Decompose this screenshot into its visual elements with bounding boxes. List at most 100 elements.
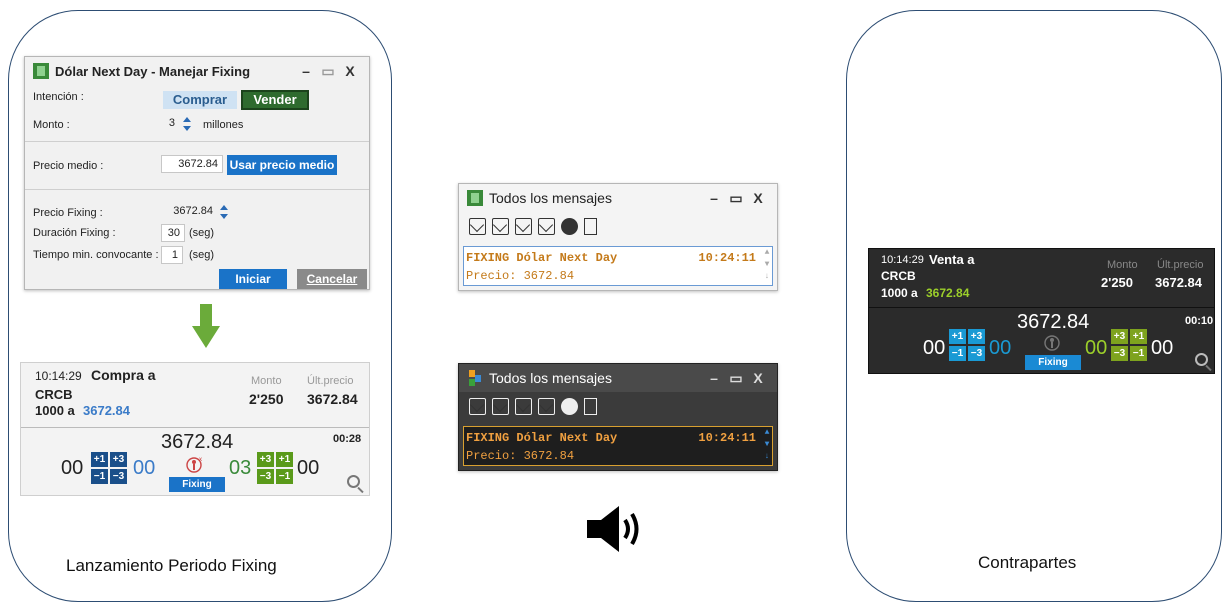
message-line2: Precio: 3672.84 [466,269,575,283]
mail-icon[interactable] [469,218,486,235]
duracion-unit: (seg) [189,227,215,239]
message-box: FIXING Dólar Next Day 10:24:11 Precio: 3… [463,426,773,466]
left-zero: 00 [923,337,946,359]
comprar-button[interactable]: Comprar [163,91,237,109]
ticket-action: Venta a [929,252,975,267]
mail-icon[interactable] [469,398,486,415]
mail-forward-icon[interactable] [538,398,555,415]
tiempo-unit: (seg) [189,249,215,261]
ticket-amount-prefix: 1000 a [881,286,918,300]
app-logo-icon [33,63,49,79]
ticket-counterparty: CRCB [35,387,73,402]
database-icon[interactable] [561,218,578,235]
database-icon[interactable] [561,398,578,415]
cancelar-button[interactable]: Cancelar [297,269,367,289]
document-icon[interactable] [584,218,597,235]
fixing-badge: Fixing [169,477,225,492]
ult-precio-value: 3672.84 [307,391,358,407]
precio-medio-label: Precio medio : [33,160,104,172]
plus3-sell-button[interactable]: +3 [257,452,274,467]
precio-medio-field: 3672.84 [161,155,223,173]
speaker-sound-icon [587,506,639,552]
plus1-sell-button[interactable]: +1 [276,452,293,467]
message-time: 10:24:11 [698,251,756,265]
minus3-buy-button[interactable]: −3 [110,469,127,484]
timer: 00:28 [333,433,362,445]
divider [25,189,369,190]
message-toolbar [469,398,597,415]
minus1-buy-button[interactable]: −1 [91,469,108,484]
minus1-sell-button[interactable]: −1 [276,469,293,484]
duracion-input[interactable]: 30 [161,224,185,242]
scrollbar[interactable]: ▲ ▼ ↓ [762,247,772,285]
plus3-sell-button[interactable]: +3 [1111,329,1128,344]
plus3-buy-button[interactable]: +3 [968,329,985,344]
minimize-button[interactable]: – [703,190,725,206]
vender-button[interactable]: Vender [241,90,309,110]
ult-precio-value: 3672.84 [1155,275,1202,290]
minus1-sell-button[interactable]: −1 [1130,346,1147,361]
messages-title: Todos los mensajes [489,190,612,206]
messages-window-light: Todos los mensajes – ▭ X FIXING Dólar Ne… [458,183,778,291]
monto-unit: millones [203,119,244,131]
minus1-buy-button[interactable]: −1 [949,346,966,361]
intencion-label: Intención : [33,91,84,103]
maximize-button[interactable]: ▭ [725,190,747,207]
monto-input[interactable]: 3 [159,115,179,133]
iniciar-button[interactable]: Iniciar [219,269,287,289]
message-box: FIXING Dólar Next Day 10:24:11 Precio: 3… [463,246,773,286]
caption-lanzamiento: Lanzamiento Periodo Fixing [66,556,277,575]
minus3-sell-button[interactable]: −3 [1111,346,1128,361]
close-button[interactable]: X [747,190,769,206]
divider [21,427,369,428]
plus1-sell-button[interactable]: +1 [1130,329,1147,344]
message-toolbar [469,218,597,235]
monto-stepper-icon[interactable] [182,116,192,132]
precio-fixing-label: Precio Fixing : [33,207,103,219]
svg-text:x: x [199,457,202,463]
right-zero: 00 [297,457,320,479]
scrollbar[interactable]: ▲ ▼ ↓ [762,427,772,465]
monto-value: 2'250 [1101,275,1134,290]
fixing-person-icon: x [186,457,202,473]
minimize-button[interactable]: – [295,63,317,79]
message-time: 10:24:11 [698,431,756,445]
fixing-person-icon [1044,335,1060,351]
monto-header: Monto [1107,259,1138,271]
mail-forward-icon[interactable] [538,218,555,235]
plus1-buy-button[interactable]: +1 [91,452,108,467]
tiempo-input[interactable]: 1 [161,246,183,264]
search-icon[interactable] [347,475,360,488]
ticket-amount-prefix: 1000 a [35,403,75,418]
close-button[interactable]: X [339,63,361,79]
maximize-button[interactable]: ▭ [317,63,339,80]
ult-precio-header: Últ.precio [307,375,354,387]
tiempo-label: Tiempo min. convocante : [33,249,159,261]
caption-contrapartes: Contrapartes [978,553,1077,572]
minimize-button[interactable]: – [703,370,725,386]
close-button[interactable]: X [747,370,769,386]
mail-open-icon[interactable] [515,398,532,415]
precio-fixing-input[interactable]: 3672.84 [161,203,217,221]
document-icon[interactable] [584,398,597,415]
mail-reply-icon[interactable] [492,398,509,415]
monto-value: 2'250 [249,391,284,407]
center-price: 3672.84 [161,431,234,453]
maximize-button[interactable]: ▭ [725,370,747,387]
right-count: 00 [1085,337,1108,359]
minus3-buy-button[interactable]: −3 [968,346,985,361]
monto-label: Monto : [33,119,70,131]
search-icon[interactable] [1195,353,1208,366]
mail-reply-icon[interactable] [492,218,509,235]
divider [869,307,1214,308]
usar-precio-medio-button[interactable]: Usar precio medio [227,155,337,175]
minus3-sell-button[interactable]: −3 [257,469,274,484]
right-count: 03 [229,457,252,479]
left-zero: 00 [61,457,84,479]
precio-fixing-stepper-icon[interactable] [219,204,229,220]
sell-ticket-card: 10:14:29 Venta a CRCB 1000 a 3672.84 Mon… [868,248,1215,374]
plus3-buy-button[interactable]: +3 [110,452,127,467]
plus1-buy-button[interactable]: +1 [949,329,966,344]
mail-open-icon[interactable] [515,218,532,235]
app-logo-icon [467,190,483,206]
